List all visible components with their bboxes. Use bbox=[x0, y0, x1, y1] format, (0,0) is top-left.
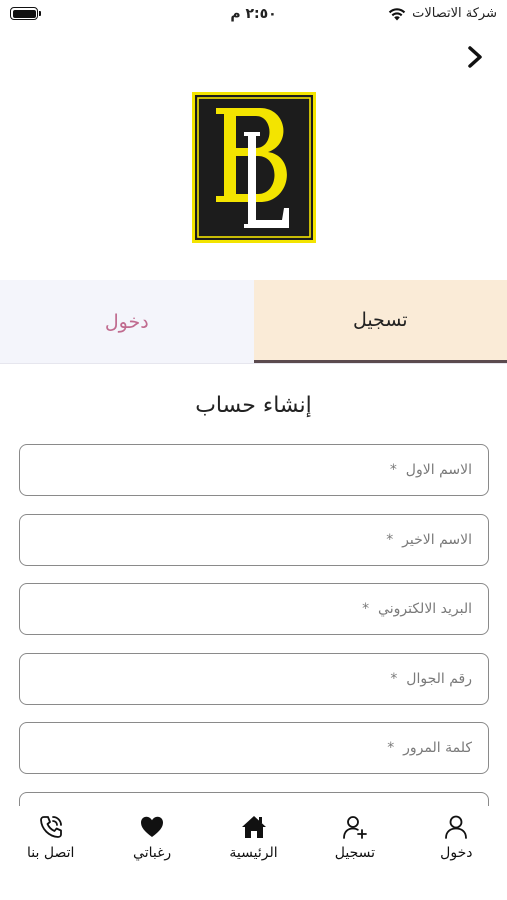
nav-label-login: دخول bbox=[440, 845, 473, 861]
nav-label-contact: اتصل بنا bbox=[27, 845, 75, 861]
nav-item-contact[interactable]: اتصل بنا bbox=[0, 806, 101, 900]
wifi-icon bbox=[388, 7, 406, 20]
first-name-field bbox=[19, 444, 489, 496]
email-field bbox=[19, 583, 489, 635]
back-chevron-icon[interactable] bbox=[463, 44, 487, 70]
mobile-field bbox=[19, 653, 489, 705]
carrier-name: شركة الاتصالات bbox=[412, 6, 497, 21]
bottom-nav: اتصل بنا رغباتي الرئيسية تسجيل دخول bbox=[0, 806, 507, 900]
nav-label-home: الرئيسية bbox=[229, 845, 278, 861]
heart-icon bbox=[141, 816, 164, 837]
tab-register-label: تسجيل bbox=[352, 309, 408, 331]
nav-item-login[interactable]: دخول bbox=[406, 806, 507, 900]
email-input[interactable] bbox=[20, 584, 488, 634]
last-name-field bbox=[19, 514, 489, 566]
first-name-input[interactable] bbox=[20, 445, 488, 495]
auth-tabs: دخول تسجيل bbox=[0, 280, 507, 364]
tab-login-label: دخول bbox=[104, 310, 149, 333]
tab-login[interactable]: دخول bbox=[0, 280, 254, 363]
brand-logo bbox=[192, 92, 316, 243]
password-input[interactable] bbox=[20, 723, 488, 773]
status-bar: ٢:٥٠ م شركة الاتصالات bbox=[0, 0, 507, 28]
carrier-status: شركة الاتصالات bbox=[388, 6, 497, 21]
nav-label-wishlist: رغباتي bbox=[133, 845, 172, 861]
home-icon bbox=[241, 816, 266, 838]
nav-item-wishlist[interactable]: رغباتي bbox=[101, 806, 202, 900]
nav-label-register: تسجيل bbox=[334, 845, 376, 861]
user-icon bbox=[445, 815, 468, 839]
nav-item-home[interactable]: الرئيسية bbox=[203, 806, 304, 900]
form-title: إنشاء حساب bbox=[195, 393, 312, 418]
nav-item-register[interactable]: تسجيل bbox=[304, 806, 405, 900]
phone-icon bbox=[39, 816, 62, 838]
password-field bbox=[19, 722, 489, 774]
last-name-input[interactable] bbox=[20, 515, 488, 565]
tab-register[interactable]: تسجيل bbox=[253, 280, 507, 363]
mobile-input[interactable] bbox=[20, 654, 488, 704]
add-user-icon bbox=[343, 816, 367, 839]
